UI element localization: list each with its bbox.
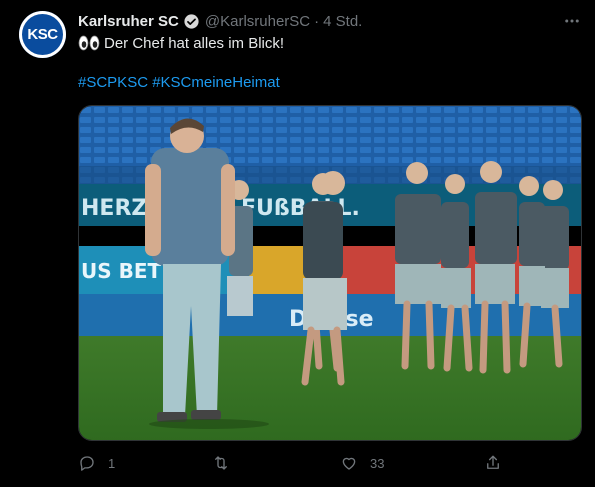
reply-icon <box>80 456 94 471</box>
photo-stadium-scene: HERZ FUßBALL. US BET Den se <box>79 106 581 440</box>
more-icon[interactable] <box>563 12 581 30</box>
retweet-icon <box>215 456 227 470</box>
hashtag-link[interactable]: #SCPKSC <box>78 74 148 91</box>
board-text: US BET <box>81 259 162 283</box>
retweet-button[interactable] <box>212 454 242 472</box>
like-icon <box>342 457 356 470</box>
banner-text: HERZ <box>81 196 147 221</box>
timestamp[interactable]: 4 Std. <box>323 13 362 30</box>
reply-button[interactable]: 1 <box>78 454 115 472</box>
tweet-actions: 1 33 <box>78 454 582 476</box>
tweet-photo[interactable]: HERZ FUßBALL. US BET Den se <box>78 105 582 441</box>
tweet[interactable]: KSC Karlsruher SC @KarlsruherSC · 4 Std.… <box>0 0 595 487</box>
avatar[interactable]: KSC <box>19 11 66 58</box>
tweet-text: Der Chef hat alles im Blick! <box>78 34 284 54</box>
separator-dot: · <box>314 12 320 30</box>
avatar-logo-text: KSC <box>27 26 58 43</box>
verified-icon <box>184 13 199 29</box>
display-name[interactable]: Karlsruher SC <box>78 13 179 30</box>
hashtags: #SCPKSC #KSCmeineHeimat <box>78 73 280 93</box>
tweet-body: Der Chef hat alles im Blick! <box>104 35 285 52</box>
share-button[interactable] <box>484 454 514 472</box>
like-count: 33 <box>370 455 385 471</box>
user-handle[interactable]: @KarlsruherSC <box>205 13 310 30</box>
like-button[interactable]: 33 <box>340 454 384 472</box>
tweet-header: Karlsruher SC @KarlsruherSC · 4 Std. <box>78 11 362 31</box>
reply-count: 1 <box>108 455 116 471</box>
eyes-emoji-icon <box>78 35 100 51</box>
hashtag-link[interactable]: #KSCmeineHeimat <box>152 74 280 91</box>
share-icon <box>487 455 499 469</box>
